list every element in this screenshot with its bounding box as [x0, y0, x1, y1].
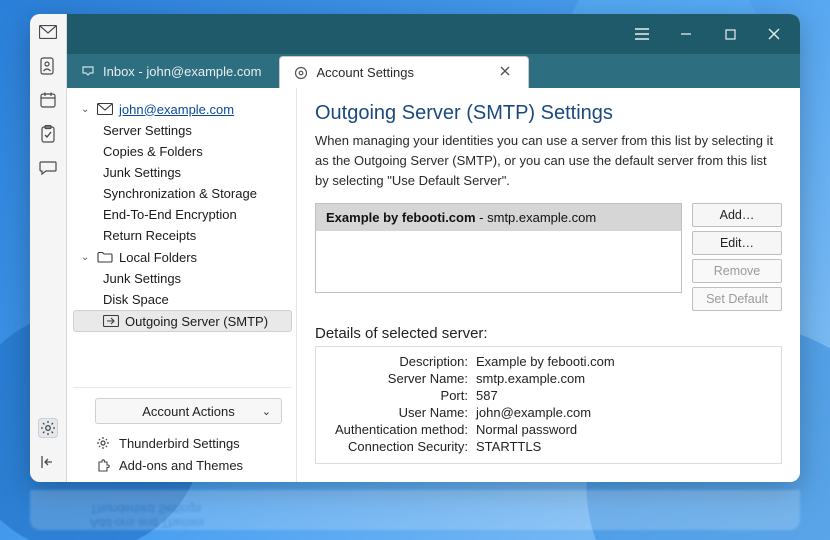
smtp-server-area: Example by febooti.com - smtp.example.co…: [315, 203, 782, 311]
tree-item-junk-settings[interactable]: Junk Settings: [73, 162, 292, 183]
add-button[interactable]: Add…: [692, 203, 782, 227]
calendar-icon[interactable]: [38, 90, 58, 110]
outgoing-server-icon: [103, 313, 119, 329]
titlebar: [67, 14, 800, 54]
smtp-server-item[interactable]: Example by febooti.com - smtp.example.co…: [316, 204, 681, 231]
smtp-server-listbox[interactable]: Example by febooti.com - smtp.example.co…: [315, 203, 682, 293]
tree-local-folders-root[interactable]: ⌄ Local Folders: [73, 246, 292, 268]
thunderbird-settings-link[interactable]: Thunderbird Settings: [73, 432, 292, 454]
chat-icon[interactable]: [38, 158, 58, 178]
detail-value-username: john@example.com: [476, 405, 771, 420]
account-actions-button[interactable]: Account Actions ⌄: [95, 398, 282, 424]
folder-icon: [97, 249, 113, 265]
detail-value-security: STARTTLS: [476, 439, 771, 454]
tab-inbox[interactable]: Inbox - john@example.com: [67, 54, 275, 88]
content: ⌄ john@example.com Server Settings Copie…: [67, 88, 800, 482]
hamburger-menu-icon[interactable]: [620, 14, 664, 54]
mail-icon[interactable]: [38, 22, 58, 42]
chevron-down-icon: ⌄: [81, 252, 91, 263]
left-rail: [30, 14, 67, 482]
addressbook-icon[interactable]: [38, 56, 58, 76]
tree-item-disk-space[interactable]: Disk Space: [73, 289, 292, 310]
window-reflection: Add-ons and Themes Thunderbird Settings: [30, 490, 800, 530]
tree-item-local-junk[interactable]: Junk Settings: [73, 268, 292, 289]
puzzle-icon: [95, 457, 111, 473]
local-folders-label: Local Folders: [119, 250, 197, 265]
detail-label-auth: Authentication method:: [326, 422, 476, 437]
mail-account-icon: [97, 101, 113, 117]
detail-value-description: Example by febooti.com: [476, 354, 771, 369]
tree-item-outgoing-smtp[interactable]: Outgoing Server (SMTP): [73, 310, 292, 332]
smtp-buttons: Add… Edit… Remove Set Default: [692, 203, 782, 311]
details-heading: Details of selected server:: [315, 325, 782, 342]
settings-tab-icon: [294, 66, 308, 80]
close-button[interactable]: [752, 14, 796, 54]
account-tree-sidebar: ⌄ john@example.com Server Settings Copie…: [67, 88, 297, 482]
chevron-down-icon: ⌄: [262, 405, 271, 418]
collapse-icon[interactable]: [38, 452, 58, 472]
main-area: Inbox - john@example.com Account Setting…: [67, 14, 800, 482]
account-tree: ⌄ john@example.com Server Settings Copie…: [73, 98, 292, 387]
set-default-button: Set Default: [692, 287, 782, 311]
detail-label-username: User Name:: [326, 405, 476, 420]
detail-label-security: Connection Security:: [326, 439, 476, 454]
tree-item-sync-storage[interactable]: Synchronization & Storage: [73, 183, 292, 204]
settings-pane: Outgoing Server (SMTP) Settings When man…: [297, 88, 800, 482]
gear-icon: [95, 435, 111, 451]
remove-button: Remove: [692, 259, 782, 283]
tree-account-root[interactable]: ⌄ john@example.com: [73, 98, 292, 120]
tab-settings-label: Account Settings: [316, 65, 414, 80]
pane-description: When managing your identities you can us…: [315, 131, 782, 191]
minimize-button[interactable]: [664, 14, 708, 54]
tab-strip: Inbox - john@example.com Account Setting…: [67, 54, 800, 88]
maximize-button[interactable]: [708, 14, 752, 54]
account-email-link[interactable]: john@example.com: [119, 102, 234, 117]
tasks-icon[interactable]: [38, 124, 58, 144]
detail-value-port: 587: [476, 388, 771, 403]
app-window: Inbox - john@example.com Account Setting…: [30, 14, 800, 482]
edit-button[interactable]: Edit…: [692, 231, 782, 255]
detail-value-auth: Normal password: [476, 422, 771, 437]
tree-item-server-settings[interactable]: Server Settings: [73, 120, 292, 141]
tree-item-copies-folders[interactable]: Copies & Folders: [73, 141, 292, 162]
inbox-tab-icon: [81, 64, 95, 78]
detail-value-servername: smtp.example.com: [476, 371, 771, 386]
detail-label-port: Port:: [326, 388, 476, 403]
pane-title: Outgoing Server (SMTP) Settings: [315, 102, 782, 125]
addons-themes-link[interactable]: Add-ons and Themes: [73, 454, 292, 476]
tab-account-settings[interactable]: Account Settings: [279, 56, 529, 88]
sidebar-actions: Account Actions ⌄ Thunderbird Settings: [73, 387, 292, 476]
tab-close-icon[interactable]: [500, 66, 514, 80]
tree-item-e2e-encryption[interactable]: End-To-End Encryption: [73, 204, 292, 225]
outgoing-smtp-label: Outgoing Server (SMTP): [125, 314, 268, 329]
server-details-box: Description:Example by febooti.com Serve…: [315, 346, 782, 464]
tab-inbox-label: Inbox - john@example.com: [103, 64, 261, 79]
tree-item-return-receipts[interactable]: Return Receipts: [73, 225, 292, 246]
detail-label-description: Description:: [326, 354, 476, 369]
chevron-down-icon: ⌄: [81, 104, 91, 115]
detail-label-servername: Server Name:: [326, 371, 476, 386]
settings-gear-icon[interactable]: [38, 418, 58, 438]
